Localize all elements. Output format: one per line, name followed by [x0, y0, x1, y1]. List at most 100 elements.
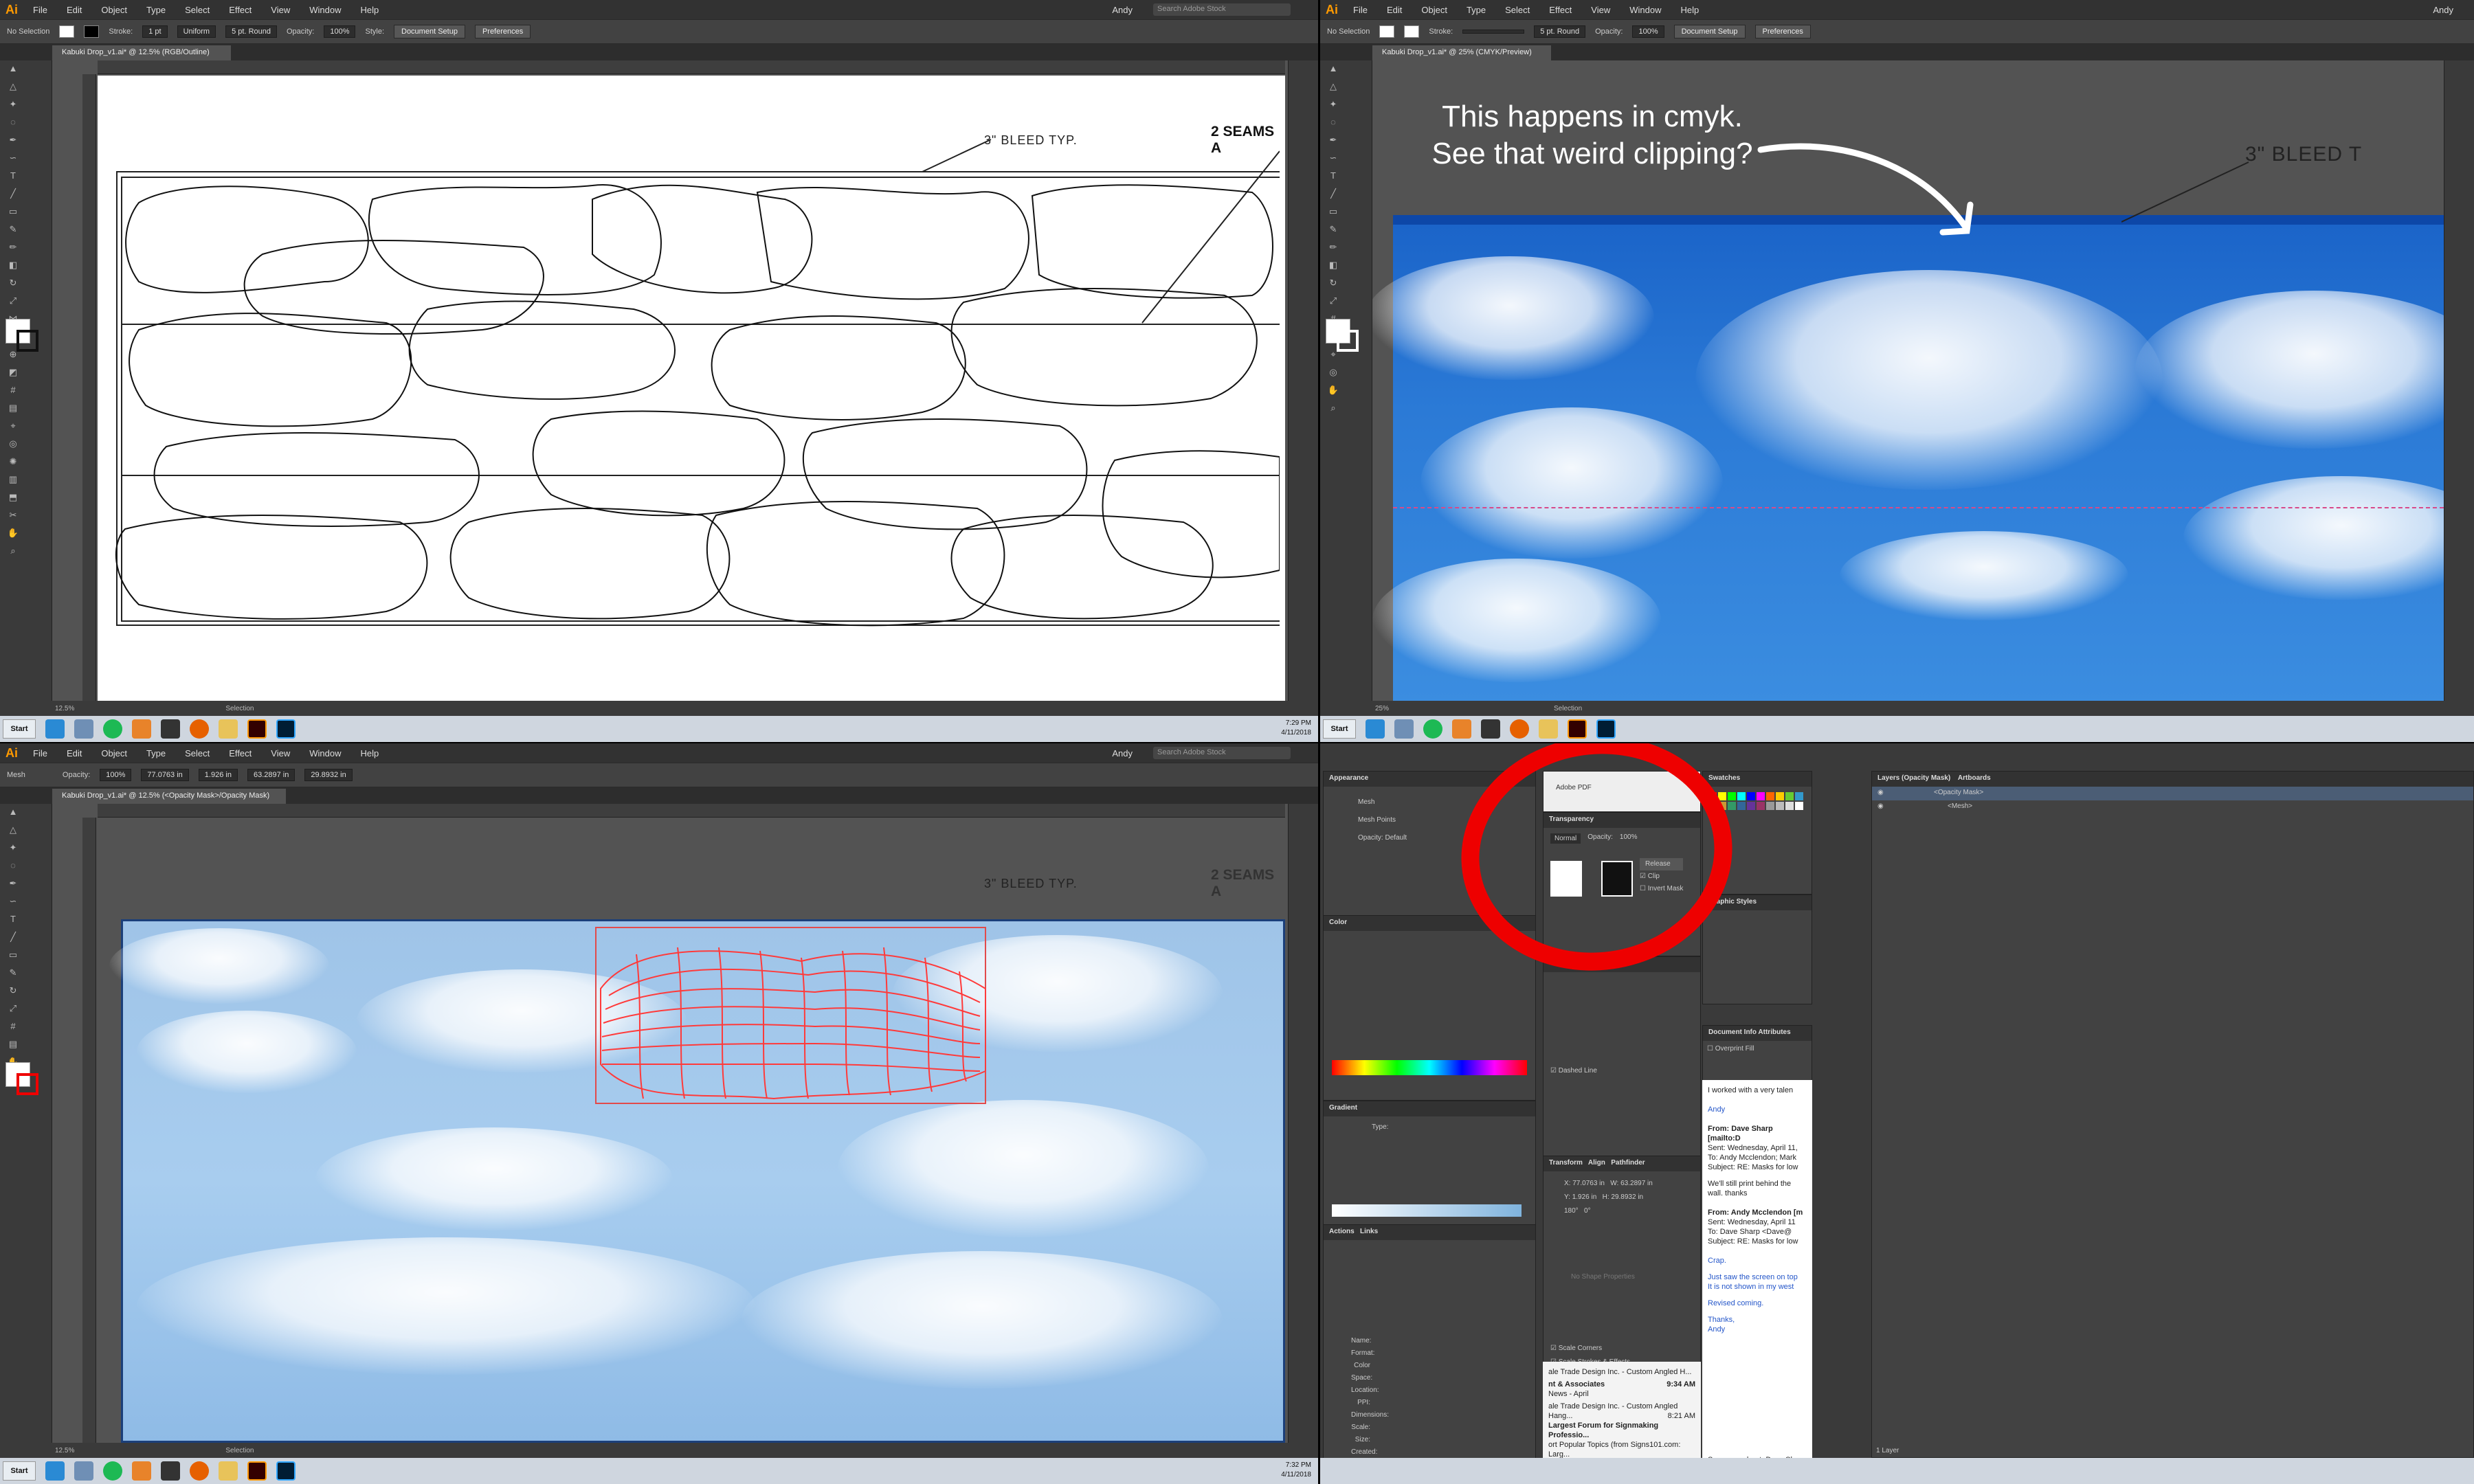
document-tab[interactable]: Kabuki Drop_v1.ai* @ 12.5% (<Opacity Mas… [52, 789, 286, 804]
menu-window[interactable]: Window [309, 5, 341, 15]
selection-tool-icon[interactable]: ▲ [4, 807, 22, 819]
zoom-icon[interactable]: ⌕ [4, 546, 22, 558]
line-tool-icon[interactable]: ╱ [4, 188, 22, 201]
ie-icon[interactable] [45, 1461, 65, 1481]
gradient-tool-icon[interactable]: ▤ [4, 403, 22, 415]
menu-type[interactable]: Type [146, 748, 166, 758]
pencil-icon[interactable]: ✏ [1324, 242, 1342, 254]
layer-row-opacity-mask[interactable]: ◉ <Opacity Mask> [1872, 787, 2473, 800]
lasso-icon[interactable]: ◌ [4, 860, 22, 873]
layers-tab[interactable]: Layers (Opacity Mask) [1877, 774, 1950, 782]
transform-tab[interactable]: Transform [1549, 1159, 1583, 1167]
paintbrush-icon[interactable]: ✎ [4, 967, 22, 980]
align-tab[interactable]: Align [1588, 1159, 1605, 1167]
menu-file[interactable]: File [33, 748, 47, 758]
photoshop-taskbar-icon[interactable] [1596, 719, 1616, 739]
outlook-icon[interactable] [1452, 719, 1471, 739]
pen-tool-icon[interactable]: ✒ [4, 135, 22, 147]
preferences-button[interactable]: Preferences [474, 25, 531, 38]
curvature-icon[interactable]: ∽ [4, 896, 22, 908]
paintbrush-icon[interactable]: ✎ [4, 224, 22, 236]
hand-icon[interactable]: ✋ [4, 528, 22, 540]
spotify-icon[interactable] [103, 719, 122, 739]
x-field[interactable]: 77.0763 in [141, 769, 189, 781]
direct-selection-icon[interactable]: △ [4, 824, 22, 837]
menu-effect[interactable]: Effect [229, 5, 252, 15]
photoshop-taskbar-icon[interactable] [276, 1461, 296, 1481]
stroke-weight-field[interactable]: 1 pt [142, 25, 168, 38]
opacity-field[interactable]: 100% [100, 769, 132, 781]
folder-icon[interactable] [219, 719, 238, 739]
eye-icon[interactable]: ◉ [1877, 802, 1884, 810]
swatches-panel-title[interactable]: Swatches [1703, 772, 1812, 787]
artboard-icon[interactable]: ⬒ [4, 492, 22, 504]
transform-y[interactable]: 1.926 in [1572, 1193, 1597, 1201]
inbox-item[interactable]: Largest Forum for Signmaking Professio..… [1548, 1421, 1695, 1440]
line-tool-icon[interactable]: ╱ [1324, 188, 1342, 201]
artboard-outline-view[interactable]: 3" BLEED TYP. 2 SEAMS A [98, 76, 1285, 701]
fill-swatch[interactable] [1379, 25, 1395, 38]
artboards-tab[interactable]: Artboards [1958, 774, 1991, 782]
menu-file[interactable]: File [1353, 5, 1368, 15]
scale-corners-checkbox[interactable]: ☑ [1550, 1345, 1557, 1352]
gradient-tool-icon[interactable]: ▤ [4, 1039, 22, 1051]
menu-help[interactable]: Help [360, 5, 379, 15]
user-name[interactable]: Andy [2433, 5, 2453, 15]
rectangle-tool-icon[interactable]: ▭ [4, 206, 22, 218]
rotate-icon[interactable]: ↻ [4, 278, 22, 290]
start-button[interactable]: Start [3, 1461, 36, 1481]
photoshop-taskbar-icon[interactable] [276, 719, 296, 739]
shear-angle[interactable]: 0° [1584, 1207, 1591, 1215]
menu-window[interactable]: Window [1629, 5, 1661, 15]
curvature-icon[interactable]: ∽ [1324, 153, 1342, 165]
opacity-field[interactable]: 100% [324, 25, 356, 38]
inbox-item[interactable]: ort Popular Topics (from Signs101.com: L… [1548, 1440, 1695, 1459]
explorer-icon[interactable] [74, 719, 93, 739]
gradient-slider[interactable] [1332, 1204, 1522, 1217]
document-setup-button[interactable]: Document Setup [394, 25, 465, 38]
inbox-item[interactable]: nt & Associates 9:34 AM [1548, 1380, 1695, 1389]
explorer-icon[interactable] [1394, 719, 1414, 739]
rotate-icon[interactable]: ↻ [4, 985, 22, 998]
eraser-icon[interactable]: ◧ [4, 260, 22, 272]
gradient-panel-title[interactable]: Gradient [1324, 1101, 1535, 1116]
type-tool-icon[interactable]: T [4, 170, 22, 183]
menu-window[interactable]: Window [309, 748, 341, 758]
scale-icon[interactable]: ⤢ [1324, 295, 1342, 308]
document-tab[interactable]: Kabuki Drop_v1.ai* @ 25% (CMYK/Preview) [1372, 45, 1551, 60]
app-icon[interactable] [1481, 719, 1500, 739]
stroke-color-box[interactable] [16, 1073, 38, 1095]
zoom-icon[interactable]: ⌕ [1324, 403, 1342, 415]
outlook-icon[interactable] [132, 719, 151, 739]
blend-icon[interactable]: ◎ [1324, 367, 1342, 379]
stroke-color-box[interactable] [16, 330, 38, 352]
stroke-weight-field[interactable] [1462, 30, 1525, 34]
menu-edit[interactable]: Edit [1387, 5, 1402, 15]
folder-icon[interactable] [1539, 719, 1558, 739]
hand-icon[interactable]: ✋ [1324, 385, 1342, 397]
selection-tool-icon[interactable]: ▲ [4, 63, 22, 76]
spotify-icon[interactable] [1423, 719, 1442, 739]
menu-help[interactable]: Help [1680, 5, 1699, 15]
lasso-icon[interactable]: ◌ [4, 117, 22, 129]
brush-definition[interactable]: 5 pt. Round [225, 25, 277, 38]
transform-w[interactable]: 63.2897 in [1620, 1180, 1653, 1187]
rectangle-tool-icon[interactable]: ▭ [1324, 206, 1342, 218]
menu-type[interactable]: Type [146, 5, 166, 15]
firefox-icon[interactable] [1510, 719, 1529, 739]
illustrator-taskbar-icon[interactable] [247, 719, 267, 739]
brush-definition[interactable]: 5 pt. Round [1534, 25, 1586, 38]
user-name[interactable]: Andy [1112, 748, 1133, 758]
symbol-sprayer-icon[interactable]: ✺ [4, 456, 22, 469]
height-field[interactable]: 29.8932 in [304, 769, 353, 781]
selected-mesh-object[interactable] [595, 927, 987, 1105]
rectangle-tool-icon[interactable]: ▭ [4, 949, 22, 962]
stock-search-input[interactable]: Search Adobe Stock [1153, 747, 1291, 759]
mesh-tool-icon[interactable]: # [4, 1021, 22, 1033]
start-button[interactable]: Start [3, 719, 36, 739]
scale-icon[interactable]: ⤢ [4, 295, 22, 308]
menu-effect[interactable]: Effect [1549, 5, 1572, 15]
inbox-item[interactable]: ale Trade Design Inc. - Custom Angled Ha… [1548, 1402, 1695, 1421]
graph-icon[interactable]: ▥ [4, 474, 22, 486]
pen-tool-icon[interactable]: ✒ [4, 878, 22, 890]
